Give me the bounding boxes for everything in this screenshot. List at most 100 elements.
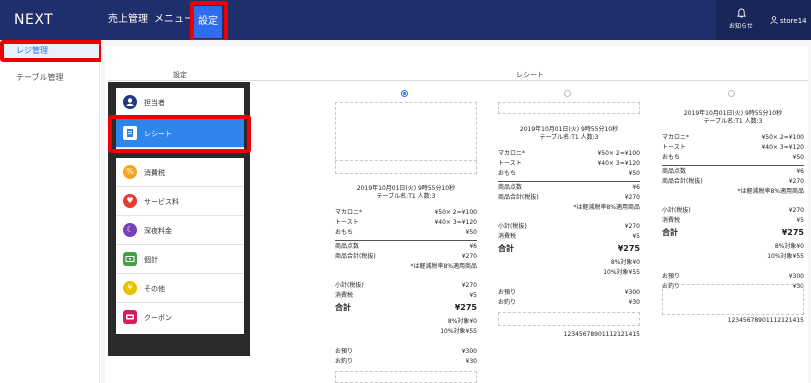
tax-value: ¥5 xyxy=(632,233,640,240)
tax-label: 消費税 xyxy=(335,292,354,299)
menu-item-label: 深夜料金 xyxy=(144,227,172,235)
reduced-tax-note: *は軽減税率8%適用商品 xyxy=(573,204,640,211)
yen-icon: ¥ xyxy=(123,281,137,295)
receipt-tax-row: 消費税 ¥5 xyxy=(662,217,804,225)
receipt-small-total-row: 小計(税抜) ¥270 xyxy=(662,207,804,215)
notification-label: お知らせ xyxy=(729,23,753,30)
item-detail: ¥50× 2=¥100 xyxy=(597,150,640,157)
receipt-total-row: 合計 ¥275 xyxy=(335,304,477,315)
receipt-item-row: おもち ¥50 xyxy=(662,154,804,162)
menu-item-label: その他 xyxy=(144,285,165,293)
count-label: 商品点数 xyxy=(335,243,360,250)
menu-item-label: 消費税 xyxy=(144,169,165,177)
nav-sales[interactable]: 売上管理 xyxy=(108,0,148,40)
receipt-datetime: 2019年10月01日(火) 9時55分10秒 xyxy=(519,126,619,133)
change-label: お釣り xyxy=(498,299,517,306)
receipt-datetime: 2019年10月01日(火) 9時55分10秒 xyxy=(683,110,783,117)
total-value: ¥275 xyxy=(617,244,640,253)
receipt-item-row: おもち ¥50 xyxy=(335,229,477,237)
receipt-2-header-text-area[interactable] xyxy=(498,102,640,114)
moon-icon: ☾ xyxy=(123,223,137,237)
receipt-subtotal-row: 商品合計(税抜) ¥270 xyxy=(498,194,640,202)
receipt-option-1-radio[interactable] xyxy=(401,90,408,97)
receipt-subtotal-row: 商品合計(税抜) ¥270 xyxy=(662,178,804,186)
menu-item-label: クーポン xyxy=(144,314,172,322)
deposit-value: ¥300 xyxy=(461,348,477,355)
receipt-tax-row: 消費税 ¥5 xyxy=(498,233,640,241)
receipt-divider xyxy=(335,240,477,241)
receipt-deposit-row: お預り ¥300 xyxy=(498,289,640,297)
change-value: ¥30 xyxy=(465,358,477,365)
subtotal-value: ¥270 xyxy=(461,253,477,260)
receipt-item-row: マカロニ* ¥50× 2=¥100 xyxy=(498,150,640,158)
sidebar-item-register[interactable]: レジ管理 xyxy=(0,44,100,58)
item-detail: ¥50× 2=¥100 xyxy=(761,134,804,141)
tax8-note: 8%対象¥0 xyxy=(774,243,804,250)
receipt-3-footer-image-area[interactable] xyxy=(662,284,804,315)
receipt-table-info: テーブル名:T1 人数:3 xyxy=(703,118,763,125)
bell-icon xyxy=(736,8,746,18)
receipt-item-row: トースト ¥40× 3=¥120 xyxy=(335,219,477,227)
menu-item-receipt[interactable]: レシート xyxy=(116,119,244,148)
receipt-footer-number: 12345678901112121415 xyxy=(727,317,804,324)
count-label: 商品点数 xyxy=(662,168,687,175)
count-value: ¥6 xyxy=(632,184,640,191)
tax8-note: 8%対象¥0 xyxy=(447,318,477,325)
coupon-icon xyxy=(123,310,137,324)
nav-settings[interactable]: 設定 xyxy=(194,6,222,38)
menu-item-label: 個計 xyxy=(144,256,158,264)
sidebar-item-table[interactable]: テーブル管理 xyxy=(16,72,64,83)
total-value: ¥275 xyxy=(781,228,804,237)
store-account-button[interactable]: store14 xyxy=(770,16,807,25)
menu-item-label: レシート xyxy=(144,130,172,138)
menu-item-coupon[interactable]: クーポン xyxy=(116,303,244,332)
count-label: 商品点数 xyxy=(498,184,523,191)
item-detail: ¥50 xyxy=(465,229,477,236)
menu-item-label: サービス料 xyxy=(144,198,179,206)
receipt-divider xyxy=(498,181,640,182)
menu-item-service-charge[interactable]: ♥ サービス料 xyxy=(116,187,244,216)
item-name: マカロニ* xyxy=(335,209,363,216)
small-total-value: ¥270 xyxy=(624,223,640,230)
receipt-small-total-row: 小計(税抜) ¥270 xyxy=(335,282,477,290)
tax10-note: 10%対象¥55 xyxy=(603,269,640,276)
receipt-item-row: トースト ¥40× 3=¥120 xyxy=(662,144,804,152)
receipt-divider xyxy=(662,165,804,166)
tax-label: 消費税 xyxy=(662,217,681,224)
change-label: お釣り xyxy=(335,358,354,365)
menu-item-late-night-fee[interactable]: ☾ 深夜料金 xyxy=(116,216,244,245)
receipt-item-row: マカロニ* ¥50× 2=¥100 xyxy=(335,209,477,217)
total-label: 合計 xyxy=(335,303,351,312)
menu-item-staff[interactable]: 担当者 xyxy=(116,88,244,117)
percent-icon: % xyxy=(123,165,137,179)
count-value: ¥6 xyxy=(469,243,477,250)
notification-button[interactable]: お知らせ xyxy=(725,8,757,30)
receipt-total-row: 合計 ¥275 xyxy=(662,229,804,240)
tax-value: ¥5 xyxy=(469,292,477,299)
receipt-1-header-text-area[interactable] xyxy=(335,160,477,174)
sidebar: レジ管理 テーブル管理 xyxy=(0,40,100,383)
subtotal-label: 商品合計(税抜) xyxy=(335,253,376,260)
deposit-label: お預り xyxy=(498,289,517,296)
receipt-count-row: 商品点数 ¥6 xyxy=(498,184,640,192)
menu-item-individual-bill[interactable]: 個計 xyxy=(116,245,244,274)
receipt-icon xyxy=(123,126,137,140)
receipt-option-3-radio[interactable] xyxy=(728,90,735,97)
receipt-2-footer-area[interactable] xyxy=(498,312,640,326)
receipt-option-2-radio[interactable] xyxy=(564,90,571,97)
nav-menu[interactable]: メニュー xyxy=(154,0,194,40)
store-label: store14 xyxy=(780,17,807,25)
receipt-count-row: 商品点数 ¥6 xyxy=(335,243,477,251)
menu-item-other[interactable]: ¥ その他 xyxy=(116,274,244,303)
menu-item-tax[interactable]: % 消費税 xyxy=(116,158,244,187)
brand-logo: NEXT xyxy=(14,12,54,28)
receipt-1-footer-area[interactable] xyxy=(335,371,477,383)
change-value: ¥30 xyxy=(628,299,640,306)
receipt-table-info: テーブル名:T1 人数:3 xyxy=(539,134,599,141)
item-name: トースト xyxy=(498,160,522,167)
receipt-deposit-row: お預り ¥300 xyxy=(335,348,477,356)
receipt-subtotal-row: 商品合計(税抜) ¥270 xyxy=(335,253,477,261)
small-total-value: ¥270 xyxy=(788,207,804,214)
tax-label: 消費税 xyxy=(498,233,517,240)
item-name: トースト xyxy=(335,219,359,226)
